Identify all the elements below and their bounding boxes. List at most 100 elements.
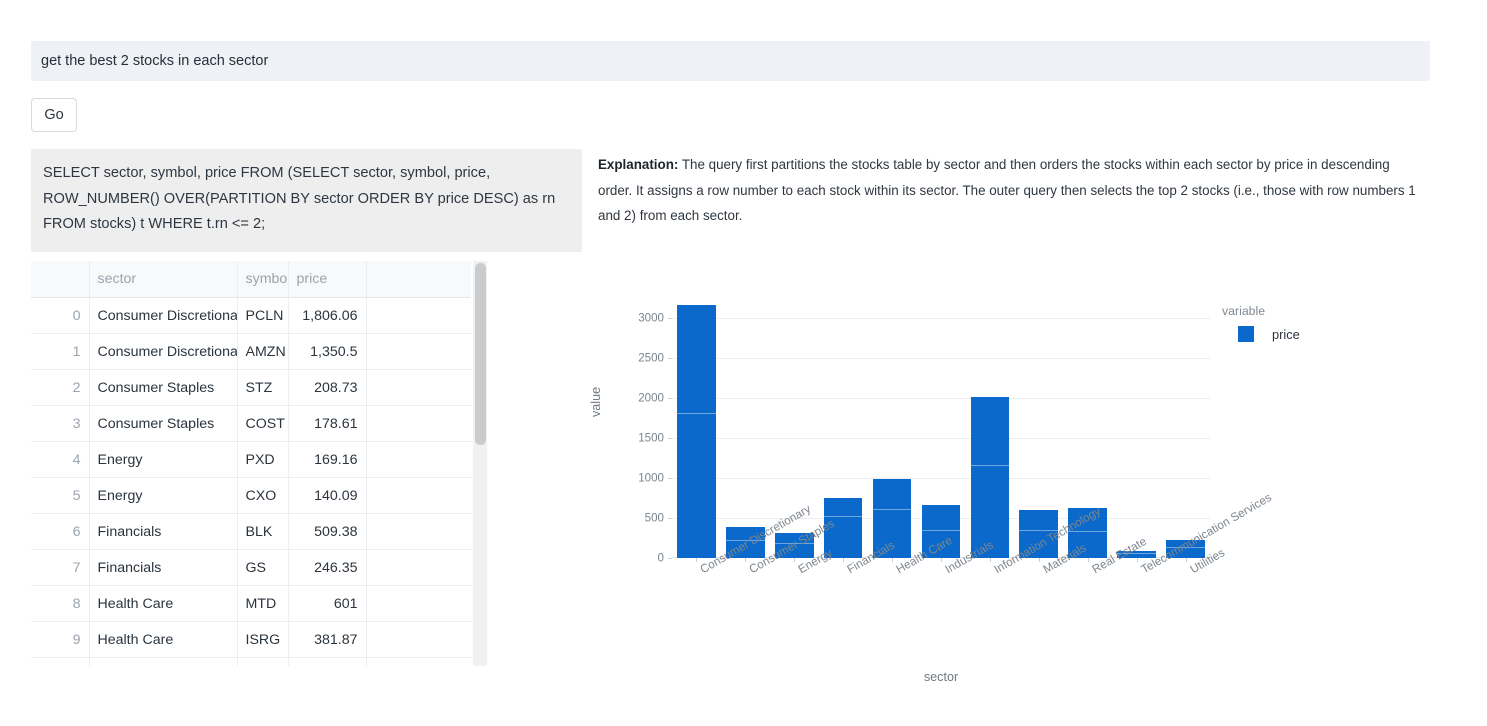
cell-price: 381.87 <box>288 622 366 658</box>
legend-entry-label: price <box>1272 327 1300 342</box>
cell-blank <box>366 586 471 622</box>
table-scrollbar-thumb[interactable] <box>475 263 486 445</box>
cell-index: 7 <box>31 550 89 586</box>
cell-symbol: PCLN <box>237 298 288 334</box>
chart-bar-segment-upper[interactable] <box>677 305 716 413</box>
cell-symbol: PXD <box>237 442 288 478</box>
cell-blank <box>366 550 471 586</box>
query-input[interactable] <box>31 41 1430 81</box>
cell-blank <box>366 406 471 442</box>
cell-index: 8 <box>31 586 89 622</box>
cell-index: 9 <box>31 622 89 658</box>
table-row[interactable]: 6FinancialsBLK509.38 <box>31 514 471 550</box>
cell-index: 10 <box>31 658 89 667</box>
chart-y-tick-label: 3000 <box>638 312 664 325</box>
cell-sector: Energy <box>89 478 237 514</box>
go-button[interactable]: Go <box>31 98 77 132</box>
cell-sector: Consumer Staples <box>89 370 237 406</box>
results-table-container[interactable]: sector symbol price 0Consumer Discretion… <box>31 261 488 666</box>
chart-y-tick-label: 0 <box>658 552 664 565</box>
chart-legend: variable price <box>1222 304 1412 342</box>
table-row[interactable]: 10IndustrialsLMT334.3 <box>31 658 471 667</box>
table-row[interactable]: 5EnergyCXO140.09 <box>31 478 471 514</box>
app-page: Go SELECT sector, symbol, price FROM (SE… <box>0 0 1487 726</box>
chart-x-tick-mark <box>1186 558 1187 562</box>
cell-blank <box>366 370 471 406</box>
explanation-text: The query first partitions the stocks ta… <box>598 157 1416 223</box>
column-header-index[interactable] <box>31 261 89 298</box>
cell-price: 1,350.5 <box>288 334 366 370</box>
chart-bar-segment-upper[interactable] <box>824 498 863 518</box>
legend-entry-price[interactable]: price <box>1222 326 1412 342</box>
chart-x-tick-mark <box>1137 558 1138 562</box>
column-header-sector[interactable]: sector <box>89 261 237 298</box>
sql-query-block: SELECT sector, symbol, price FROM (SELEC… <box>31 149 582 252</box>
cell-price: 509.38 <box>288 514 366 550</box>
chart-y-tick-label: 2500 <box>638 352 664 365</box>
cell-symbol: ISRG <box>237 622 288 658</box>
cell-price: 334.3 <box>288 658 366 667</box>
cell-sector: Consumer Discretionary <box>89 298 237 334</box>
cell-price: 178.61 <box>288 406 366 442</box>
chart-bar-segment-lower[interactable] <box>677 414 716 558</box>
chart-y-tick-label: 2000 <box>638 392 664 405</box>
chart-x-tick-mark <box>745 558 746 562</box>
cell-index: 5 <box>31 478 89 514</box>
cell-symbol: BLK <box>237 514 288 550</box>
chart-gridline <box>672 358 1210 359</box>
cell-symbol: COST <box>237 406 288 442</box>
table-row[interactable]: 8Health CareMTD601 <box>31 586 471 622</box>
chart-bar-segment-upper[interactable] <box>873 479 912 510</box>
cell-blank <box>366 442 471 478</box>
table-row[interactable]: 0Consumer DiscretionaryPCLN1,806.06 <box>31 298 471 334</box>
cell-blank <box>366 478 471 514</box>
cell-blank <box>366 658 471 667</box>
chart-y-tick-label: 1500 <box>638 432 664 445</box>
results-table: sector symbol price 0Consumer Discretion… <box>31 261 471 666</box>
chart-x-axis-title: sector <box>672 670 1210 684</box>
cell-blank <box>366 514 471 550</box>
cell-blank <box>366 334 471 370</box>
cell-symbol: AMZN <box>237 334 288 370</box>
explanation-label: Explanation: <box>598 157 678 172</box>
table-row[interactable]: 7FinancialsGS246.35 <box>31 550 471 586</box>
chart-gridline <box>672 398 1210 399</box>
chart-bar-segment-upper[interactable] <box>1019 510 1058 531</box>
cell-sector: Consumer Staples <box>89 406 237 442</box>
cell-price: 601 <box>288 586 366 622</box>
chart-bar-segment-upper[interactable] <box>971 397 1010 466</box>
column-header-symbol[interactable]: symbol <box>237 261 288 298</box>
legend-swatch-icon <box>1238 326 1254 342</box>
column-header-price[interactable]: price <box>288 261 366 298</box>
cell-price: 246.35 <box>288 550 366 586</box>
cell-price: 1,806.06 <box>288 298 366 334</box>
chart-bar-segment-upper[interactable] <box>922 505 961 531</box>
chart-y-tick-label: 500 <box>645 512 664 525</box>
table-header-row: sector symbol price <box>31 261 471 298</box>
table-row[interactable]: 2Consumer StaplesSTZ208.73 <box>31 370 471 406</box>
cell-blank <box>366 298 471 334</box>
cell-symbol: CXO <box>237 478 288 514</box>
cell-index: 2 <box>31 370 89 406</box>
cell-sector: Health Care <box>89 586 237 622</box>
table-row[interactable]: 1Consumer DiscretionaryAMZN1,350.5 <box>31 334 471 370</box>
cell-index: 0 <box>31 298 89 334</box>
cell-index: 1 <box>31 334 89 370</box>
chart-y-tick-label: 1000 <box>638 472 664 485</box>
explanation-block: Explanation: The query first partitions … <box>598 152 1426 229</box>
chart-x-tick-mark <box>1088 558 1089 562</box>
chart-y-axis-title: value <box>589 387 603 417</box>
chart-x-tick-mark <box>696 558 697 562</box>
chart-x-tick-mark <box>843 558 844 562</box>
cell-sector: Financials <box>89 550 237 586</box>
cell-symbol: GS <box>237 550 288 586</box>
table-row[interactable]: 4EnergyPXD169.16 <box>31 442 471 478</box>
cell-symbol: STZ <box>237 370 288 406</box>
table-row[interactable]: 9Health CareISRG381.87 <box>31 622 471 658</box>
stacked-bar-chart: value 050010001500200025003000 Consumer … <box>598 262 1458 702</box>
chart-gridline <box>672 478 1210 479</box>
chart-bar[interactable] <box>971 397 1010 558</box>
cell-blank <box>366 622 471 658</box>
table-row[interactable]: 3Consumer StaplesCOST178.61 <box>31 406 471 442</box>
chart-bar[interactable] <box>677 305 716 558</box>
